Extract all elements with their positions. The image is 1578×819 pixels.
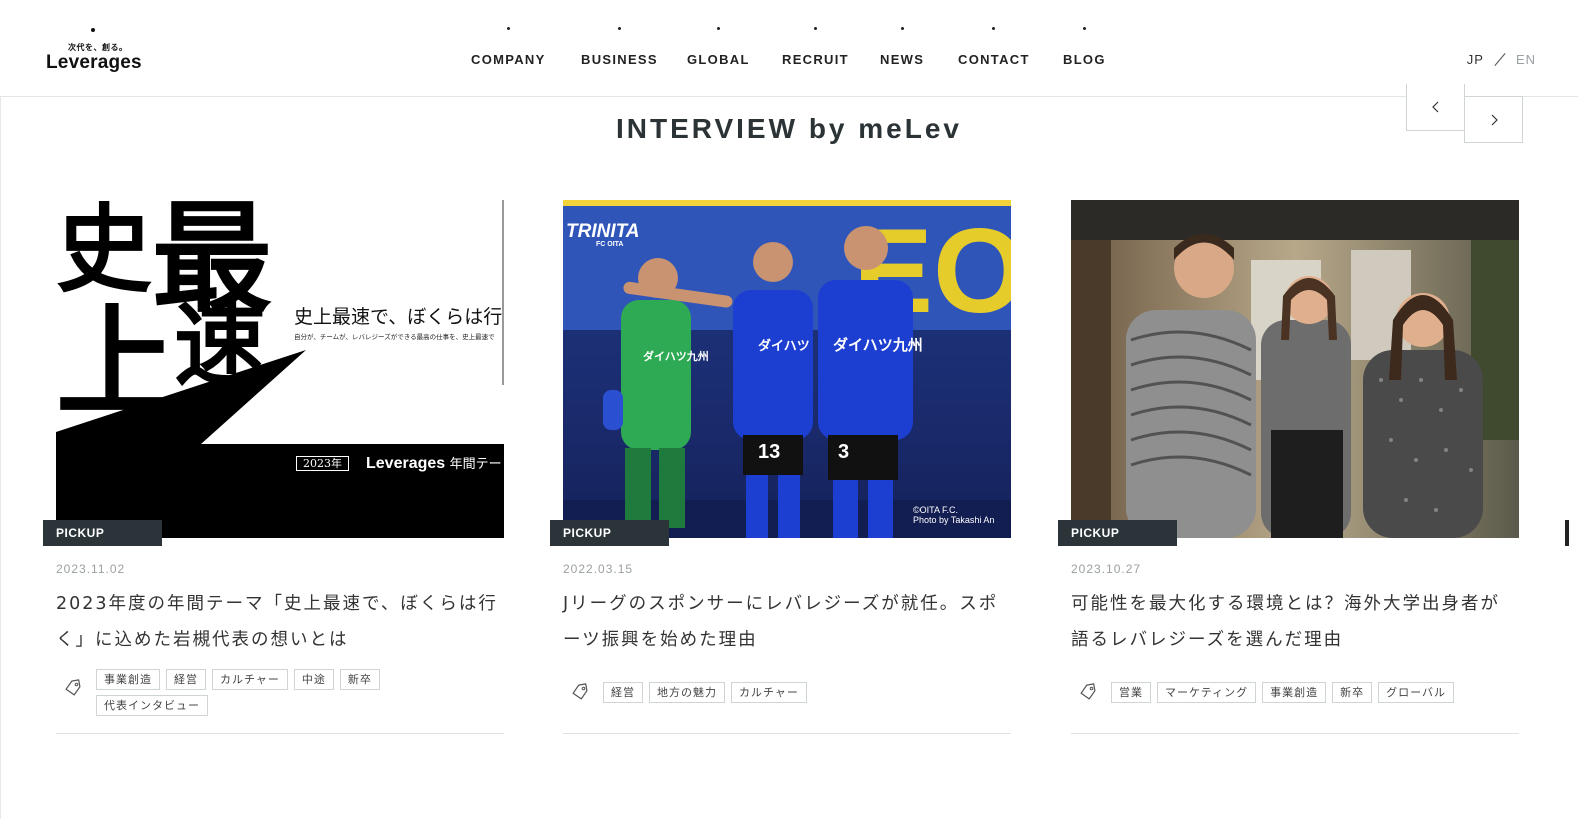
tag-item[interactable]: 代表インタビュー xyxy=(96,695,208,716)
thumb-brand: Leverages 年間テー xyxy=(366,453,502,473)
pickup-badge: PICKUP xyxy=(1058,520,1177,546)
card-date: 2023.10.27 xyxy=(1071,562,1142,576)
nav-business[interactable]: BUSINESS xyxy=(581,27,658,67)
main-nav: COMPANY BUSINESS GLOBAL RECRUIT NEWS CON… xyxy=(0,0,1578,97)
nav-global[interactable]: GLOBAL xyxy=(687,27,750,67)
team-logo-sub: FC OITA xyxy=(596,241,623,248)
nav-company[interactable]: COMPANY xyxy=(471,27,546,67)
nav-label: GLOBAL xyxy=(687,52,750,67)
tag-item[interactable]: 新卒 xyxy=(1332,682,1373,703)
soccer-photo: E O ダイハツ九州 ダイハツ ダイハツ九州 13 3 TRINITA FC O… xyxy=(563,200,1011,538)
card-title[interactable]: Jリーグのスポンサーにレバレジーズが就任。スポーツ振興を始めた理由 xyxy=(563,586,1011,658)
nav-label: BUSINESS xyxy=(581,52,658,67)
card-thumbnail[interactable]: 史 最 上 速 史上最速で、ぼくらは行 自分が、チームが、レバレジーズができる最… xyxy=(56,200,504,538)
card-date: 2023.11.02 xyxy=(56,562,126,576)
tag-list: 事業創造 経営 カルチャー 中途 新卒 代表インタビュー xyxy=(96,669,426,716)
card-title[interactable]: 可能性を最大化する環境とは？海外大学出身者が語るレバレジーズを選んだ理由 xyxy=(1071,586,1519,658)
team-logo-text: TRINITA xyxy=(566,221,640,242)
card-divider xyxy=(563,733,1011,734)
tag-item[interactable]: カルチャー xyxy=(212,669,288,690)
thumb-subline: 自分が、チームが、レバレジーズができる最高の仕事を、史上最速で xyxy=(294,333,495,341)
nav-dot xyxy=(617,27,621,30)
interview-card-3[interactable]: PICKUP 2023.10.27 可能性を最大化する環境とは？海外大学出身者が… xyxy=(1058,200,1519,734)
card-divider xyxy=(1071,733,1519,734)
lang-jp-link[interactable]: JP xyxy=(1467,52,1484,67)
nav-dot xyxy=(716,27,720,30)
left-border xyxy=(0,97,1,819)
pickup-badge: PICKUP xyxy=(43,520,162,546)
pickup-badge: PICKUP xyxy=(550,520,669,546)
next-card-edge xyxy=(1565,520,1569,546)
tag-item[interactable]: 経営 xyxy=(603,682,643,703)
nav-label: COMPANY xyxy=(471,52,546,67)
nav-dot xyxy=(1082,27,1086,30)
card-date: 2022.03.15 xyxy=(563,562,634,576)
tag-item[interactable]: 事業創造 xyxy=(96,669,160,690)
nav-label: RECRUIT xyxy=(782,52,849,67)
thumb-brand-word: Leverages xyxy=(366,455,446,472)
nav-label: CONTACT xyxy=(958,52,1030,67)
tag-item[interactable]: 中途 xyxy=(293,669,334,690)
svg-text:O: O xyxy=(933,204,1011,338)
carousel-next-button[interactable] xyxy=(1464,96,1523,143)
nav-label: NEWS xyxy=(880,52,925,67)
tag-list: 営業 マーケティング 事業創造 新卒 グローバル xyxy=(1111,682,1511,703)
tag-item[interactable]: グローバル xyxy=(1378,682,1455,703)
nav-label: BLOG xyxy=(1063,52,1106,67)
interview-card-2[interactable]: E O ダイハツ九州 ダイハツ ダイハツ九州 13 3 TRINITA FC O… xyxy=(550,200,1011,734)
svg-text:3: 3 xyxy=(838,441,849,463)
tag-icon xyxy=(572,683,588,700)
nav-blog[interactable]: BLOG xyxy=(1063,27,1106,67)
interview-card-1[interactable]: 史 最 上 速 史上最速で、ぼくらは行 自分が、チームが、レバレジーズができる最… xyxy=(43,200,504,734)
svg-text:ダイハツ: ダイハツ xyxy=(758,338,810,353)
tag-item[interactable]: カルチャー xyxy=(731,682,807,703)
tag-item[interactable]: マーケティング xyxy=(1157,682,1257,703)
chevron-left-icon xyxy=(1431,101,1438,113)
tag-icon xyxy=(1080,683,1096,700)
group-photo xyxy=(1071,200,1519,538)
tag-icon xyxy=(65,679,81,696)
photo-credit-line2: Photo by Takashi An xyxy=(913,515,994,525)
thumb-headline: 史上最速で、ぼくらは行 xyxy=(294,306,503,328)
nav-dot xyxy=(813,27,817,30)
card-divider xyxy=(56,733,504,734)
tag-list: 経営 地方の魅力 カルチャー xyxy=(603,682,933,703)
nav-news[interactable]: NEWS xyxy=(880,27,924,67)
tag-item[interactable]: 事業創造 xyxy=(1262,682,1327,703)
site-header: 次代を、創る。 Leverages COMPANY BUSINESS GLOBA… xyxy=(0,0,1578,97)
nav-recruit[interactable]: RECRUIT xyxy=(782,27,849,67)
tag-item[interactable]: 経営 xyxy=(166,669,206,690)
nav-dot xyxy=(506,27,510,30)
card-title[interactable]: 2023年度の年間テーマ「史上最速で、ぼくらは行く」に込めた岩槻代表の想いとは xyxy=(56,586,504,658)
lang-separator xyxy=(1494,53,1506,66)
tag-item[interactable]: 営業 xyxy=(1111,682,1151,703)
thumb-year: 2023年 xyxy=(296,456,349,471)
chevron-right-icon xyxy=(1491,114,1498,125)
photo-credit-line1: ©OITA F.C. xyxy=(913,505,958,515)
lang-en-link[interactable]: EN xyxy=(1516,52,1536,67)
card-thumbnail[interactable]: E O ダイハツ九州 ダイハツ ダイハツ九州 13 3 TRINITA FC O… xyxy=(563,200,1011,538)
card-thumbnail[interactable] xyxy=(1071,200,1519,538)
nav-dot xyxy=(992,27,996,30)
svg-text:13: 13 xyxy=(758,441,780,463)
nav-dot xyxy=(900,27,904,30)
tag-item[interactable]: 地方の魅力 xyxy=(649,682,725,703)
svg-text:ダイハツ九州: ダイハツ九州 xyxy=(643,349,709,363)
thumb-brand-suffix: 年間テー xyxy=(449,456,502,471)
nav-contact[interactable]: CONTACT xyxy=(958,27,1030,67)
language-switcher: JP EN xyxy=(1467,52,1536,67)
section-title: INTERVIEW by meLev xyxy=(615,113,962,144)
carousel-prev-button[interactable] xyxy=(1406,84,1465,131)
svg-text:ダイハツ九州: ダイハツ九州 xyxy=(833,336,923,354)
thumb-rule xyxy=(502,200,504,385)
tag-item[interactable]: 新卒 xyxy=(339,669,380,690)
